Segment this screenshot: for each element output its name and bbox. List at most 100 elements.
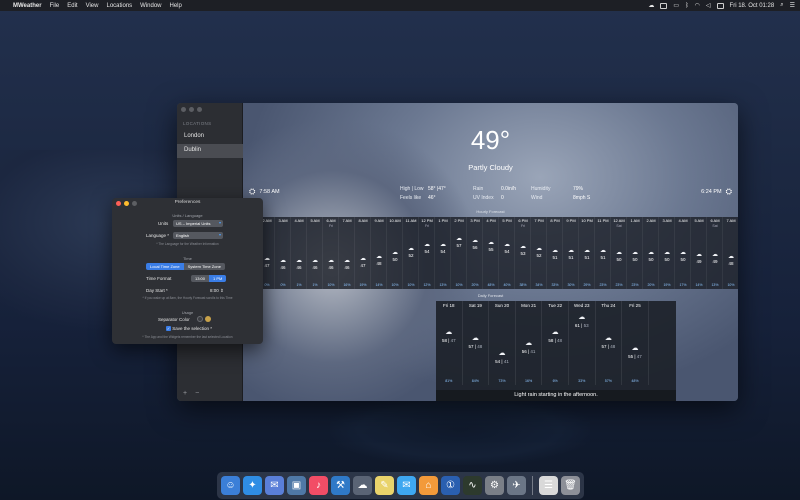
menu-locations[interactable]: Locations xyxy=(106,3,132,9)
day-low: 47 xyxy=(636,353,642,359)
mweather-icon[interactable]: ☁ xyxy=(353,476,372,495)
day-label: Thu 24 xyxy=(601,303,616,308)
time-format-segmented-control[interactable]: 13:00 1 PM xyxy=(191,275,227,282)
minimize-button[interactable] xyxy=(189,107,194,112)
menu-view[interactable]: View xyxy=(86,3,99,9)
search-icon[interactable]: ⌕ xyxy=(780,2,783,9)
document-icon[interactable]: ☰ xyxy=(539,476,558,495)
separator-color-gold-swatch[interactable] xyxy=(205,316,211,322)
wifi-icon[interactable]: ◠ xyxy=(695,2,700,9)
day-low: 41 xyxy=(530,348,536,354)
menu-help[interactable]: Help xyxy=(170,3,182,9)
day-start-label: Day Start * xyxy=(146,288,168,293)
menu-edit[interactable]: Edit xyxy=(67,3,77,9)
hour-rain-chance: 17% xyxy=(679,283,687,287)
hour-temperature: 46 xyxy=(344,265,350,270)
notification-center-icon[interactable]: ☰ xyxy=(790,2,795,9)
hour-rain-chance: 20% xyxy=(647,283,655,287)
separator-color-dark-swatch[interactable] xyxy=(197,316,203,322)
cloud-rain-icon: ☁ xyxy=(376,254,382,260)
separator-color-label: Separator Color xyxy=(158,317,190,322)
remove-location-button[interactable]: − xyxy=(195,390,199,397)
home-icon[interactable]: ⌂ xyxy=(419,476,438,495)
sidebar-item-london[interactable]: London xyxy=(177,130,243,144)
safari-icon[interactable]: ✦ xyxy=(243,476,262,495)
humidity-value: 79% xyxy=(573,186,584,192)
hour-label: 7 AM xyxy=(342,218,352,223)
volume-icon[interactable]: ◁ xyxy=(706,2,711,9)
cloud-rain-icon: ☁ xyxy=(632,250,638,256)
hourly-cell: 6 PM Fri ☁ 53 38% xyxy=(515,217,531,289)
system-time-zone-option[interactable]: System Time Zone xyxy=(183,263,225,270)
display-icon[interactable] xyxy=(660,2,668,9)
add-location-button[interactable]: + xyxy=(183,390,187,397)
day-label: Mon 21 xyxy=(521,303,537,308)
notes-icon[interactable]: ✎ xyxy=(375,476,394,495)
daily-cell: Tue 22 ☁ 58 | 48 6% xyxy=(542,301,569,385)
menu-file[interactable]: File xyxy=(50,3,60,9)
prefs-title: Preferences xyxy=(174,200,201,205)
weather-status-icon[interactable]: ☁ xyxy=(648,2,654,9)
airplay-icon[interactable]: ▭ xyxy=(673,2,679,9)
hour-label: 5 AM xyxy=(310,218,320,223)
day-low: 48 xyxy=(477,343,483,349)
checkmark-icon[interactable]: ✓ xyxy=(166,326,171,332)
preferences-window: Preferences Units / Language Units US – … xyxy=(112,198,263,344)
stepper-arrows-icon[interactable]: ⇕ xyxy=(220,288,224,293)
language-select[interactable]: English xyxy=(173,232,223,239)
cloud-rain-icon: ☁ xyxy=(360,256,366,262)
wind-value: 8mph S xyxy=(573,195,591,201)
units-label: Units xyxy=(158,221,169,226)
system-preferences-icon[interactable]: ⚙ xyxy=(485,476,504,495)
time-format-label: Time Format xyxy=(146,276,172,281)
hour-label: 7 PM xyxy=(534,218,544,223)
cloud-rain-icon: ☁ xyxy=(344,258,350,264)
hour-temperature: 48 xyxy=(728,261,734,266)
menu-clock[interactable]: Fri 18. Oct 01:28 xyxy=(730,3,775,9)
sunset-icon: ⛭ xyxy=(725,187,732,196)
units-select[interactable]: US – Imperial Units xyxy=(173,220,223,227)
timezone-segmented-control[interactable]: Local Time Zone System Time Zone xyxy=(146,263,225,270)
hour-rain-chance: 40% xyxy=(503,283,511,287)
time-format-12h-option[interactable]: 1 PM xyxy=(209,275,227,282)
mail-icon[interactable]: ✉ xyxy=(265,476,284,495)
hour-label: 3 PM xyxy=(470,218,480,223)
sidebar-item-dublin[interactable]: Dublin xyxy=(177,144,243,158)
hourly-cell: 11 PM ☁ 51 23% xyxy=(595,217,611,289)
hour-temperature: 52 xyxy=(536,253,542,258)
close-button[interactable] xyxy=(181,107,186,112)
battery-icon[interactable] xyxy=(716,2,724,9)
day-high-low: 58 | 47 xyxy=(441,338,456,344)
hour-temperature: 53 xyxy=(520,251,526,256)
time-format-24h-option[interactable]: 13:00 xyxy=(191,275,210,282)
xcode-icon[interactable]: ⚒ xyxy=(331,476,350,495)
photos-icon[interactable]: ▣ xyxy=(287,476,306,495)
finder-icon[interactable]: ☺ xyxy=(221,476,240,495)
menu-bar: MWeather File Edit View Locations Window… xyxy=(0,0,800,11)
launchpad-icon[interactable]: ✈ xyxy=(507,476,526,495)
trash-icon[interactable]: 🗑 xyxy=(561,476,580,495)
current-temperature: 49° xyxy=(470,125,511,155)
day-rain-chance: 48% xyxy=(631,379,639,383)
menu-window[interactable]: Window xyxy=(140,3,161,9)
zoom-button[interactable] xyxy=(197,107,202,112)
activity-monitor-icon[interactable]: ∿ xyxy=(463,476,482,495)
day-start-stepper[interactable]: 8:00 ⇕ xyxy=(210,288,224,294)
hour-temperature: 49 xyxy=(712,259,718,264)
save-selection-checkbox[interactable]: ✓ Save the selection * xyxy=(166,326,212,332)
local-time-zone-option[interactable]: Local Time Zone xyxy=(146,263,184,270)
onepassword-icon[interactable]: ① xyxy=(441,476,460,495)
hour-temperature: 50 xyxy=(616,257,622,262)
music-icon[interactable]: ♪ xyxy=(309,476,328,495)
menu-app-name[interactable]: MWeather xyxy=(13,3,42,9)
cloud-rain-icon: ☁ xyxy=(728,254,734,260)
daily-cell: Sat 19 ☁ 57 | 48 84% xyxy=(463,301,490,385)
cloud-rain-icon: ☁ xyxy=(488,240,494,246)
bluetooth-icon[interactable]: ᛒ xyxy=(685,3,689,9)
hourly-cell: 9 PM ☁ 51 30% xyxy=(563,217,579,289)
hourly-forecast-strip[interactable]: 1 AM☁491%2 AM☁470%3 AM☁460%4 AM☁461%5 AM… xyxy=(243,217,738,289)
messages-icon[interactable]: ✉ xyxy=(397,476,416,495)
hour-rain-chance: 29% xyxy=(583,283,591,287)
hourly-cell: 6 AM Sat ☁ 49 13% xyxy=(707,217,723,289)
hour-label: 3 AM xyxy=(278,218,288,223)
